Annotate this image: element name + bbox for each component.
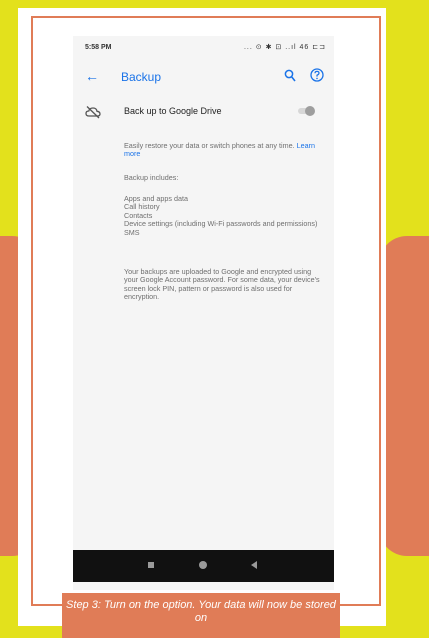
step-caption: Step 3: Turn on the option. Your data wi…: [62, 593, 340, 638]
backup-toggle-knob: [305, 106, 315, 116]
right-side-tab: [379, 236, 429, 556]
android-nav-bar: [73, 550, 334, 582]
phone-screen: 5:58 PM ... ⊙ ✱ ⊡ ..ıl 46 ⊏⊐ ← Backup Ba…: [73, 36, 334, 590]
backup-to-drive-label: Back up to Google Drive: [124, 106, 222, 116]
backup-description: Easily restore your data or switch phone…: [124, 141, 324, 159]
description-text: Easily restore your data or switch phone…: [124, 141, 295, 150]
nav-recents-icon[interactable]: [148, 562, 154, 568]
encryption-note: Your backups are uploaded to Google and …: [124, 267, 320, 302]
status-icons: ... ⊙ ✱ ⊡ ..ıl 46 ⊏⊐: [243, 44, 326, 51]
list-item: SMS: [124, 227, 140, 237]
app-bar: ← Backup: [73, 60, 334, 98]
cloud-off-icon: [85, 106, 101, 119]
back-arrow-icon[interactable]: ←: [85, 68, 99, 84]
includes-list: Apps and apps data Call history Contacts…: [124, 194, 324, 237]
nav-home-icon[interactable]: [199, 561, 207, 569]
nav-back-icon[interactable]: [251, 561, 257, 569]
status-time: 5:58 PM: [85, 44, 112, 51]
includes-heading: Backup includes:: [124, 173, 179, 182]
backup-toggle[interactable]: [298, 106, 315, 116]
status-bar: 5:58 PM ... ⊙ ✱ ⊡ ..ıl 46 ⊏⊐: [73, 36, 334, 60]
list-item: Call history: [124, 202, 160, 212]
backup-to-drive-row[interactable]: Back up to Google Drive: [73, 102, 334, 126]
list-item: Device settings (including Wi-Fi passwor…: [124, 219, 318, 229]
help-icon[interactable]: [310, 68, 324, 82]
search-icon[interactable]: [284, 69, 296, 83]
page-title: Backup: [121, 70, 162, 84]
